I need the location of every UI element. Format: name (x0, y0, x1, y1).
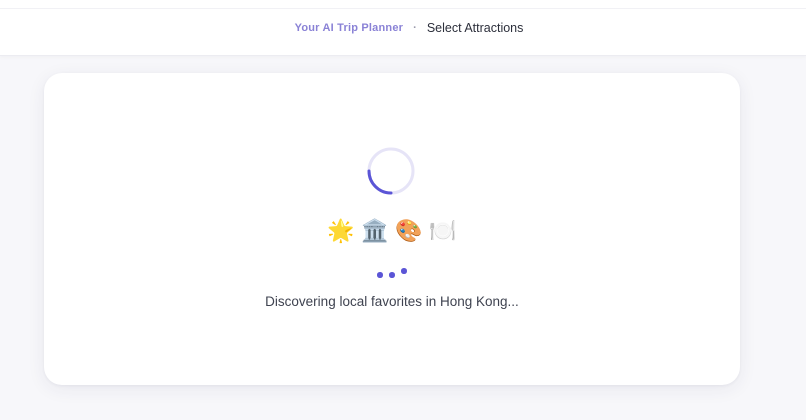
dining-icon: 🍽️ (429, 218, 457, 244)
top-bar: Your AI Trip Planner · Select Attraction… (0, 0, 806, 56)
loading-card: 🌟 🏛️ 🎨 🍽️ Discovering local favorites in… (44, 73, 740, 385)
loading-message: Discovering local favorites in Hong Kong… (265, 294, 519, 309)
dot (401, 268, 407, 274)
brand-link[interactable]: Your AI Trip Planner (295, 22, 404, 34)
star-sparkle-icon: 🌟 (327, 218, 355, 244)
museum-icon: 🏛️ (361, 218, 389, 244)
category-emoji-row: 🌟 🏛️ 🎨 🍽️ (44, 218, 740, 245)
breadcrumb: Your AI Trip Planner · Select Attraction… (0, 0, 806, 56)
page-title: Select Attractions (426, 21, 524, 35)
dot (377, 272, 383, 278)
typing-dots (376, 266, 408, 278)
art-palette-icon: 🎨 (395, 218, 423, 244)
loading-spinner (367, 147, 415, 195)
breadcrumb-separator: · (413, 22, 417, 34)
spinner-arc (367, 169, 393, 195)
dot (389, 272, 395, 278)
